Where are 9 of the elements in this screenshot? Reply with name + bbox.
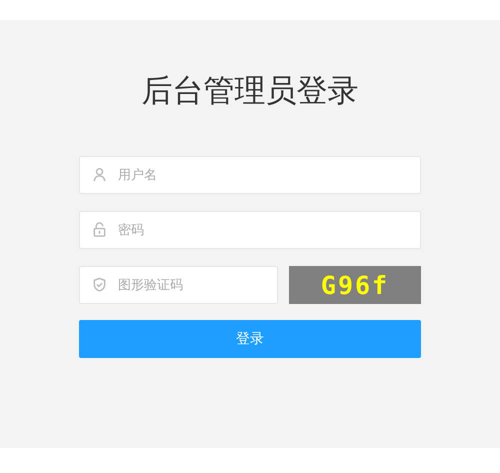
- shield-icon: [92, 277, 107, 292]
- input-field[interactable]: 图形验证码: [79, 266, 278, 304]
- input-field[interactable]: 用户名: [79, 156, 421, 194]
- captcha-image[interactable]: G96f: [289, 266, 421, 304]
- input-field[interactable]: 密码: [79, 211, 421, 249]
- page-title: 后台管理员登录: [142, 72, 358, 111]
- lock-icon: [92, 222, 107, 237]
- login-button[interactable]: 登录: [79, 320, 421, 358]
- user-icon: [92, 167, 107, 182]
